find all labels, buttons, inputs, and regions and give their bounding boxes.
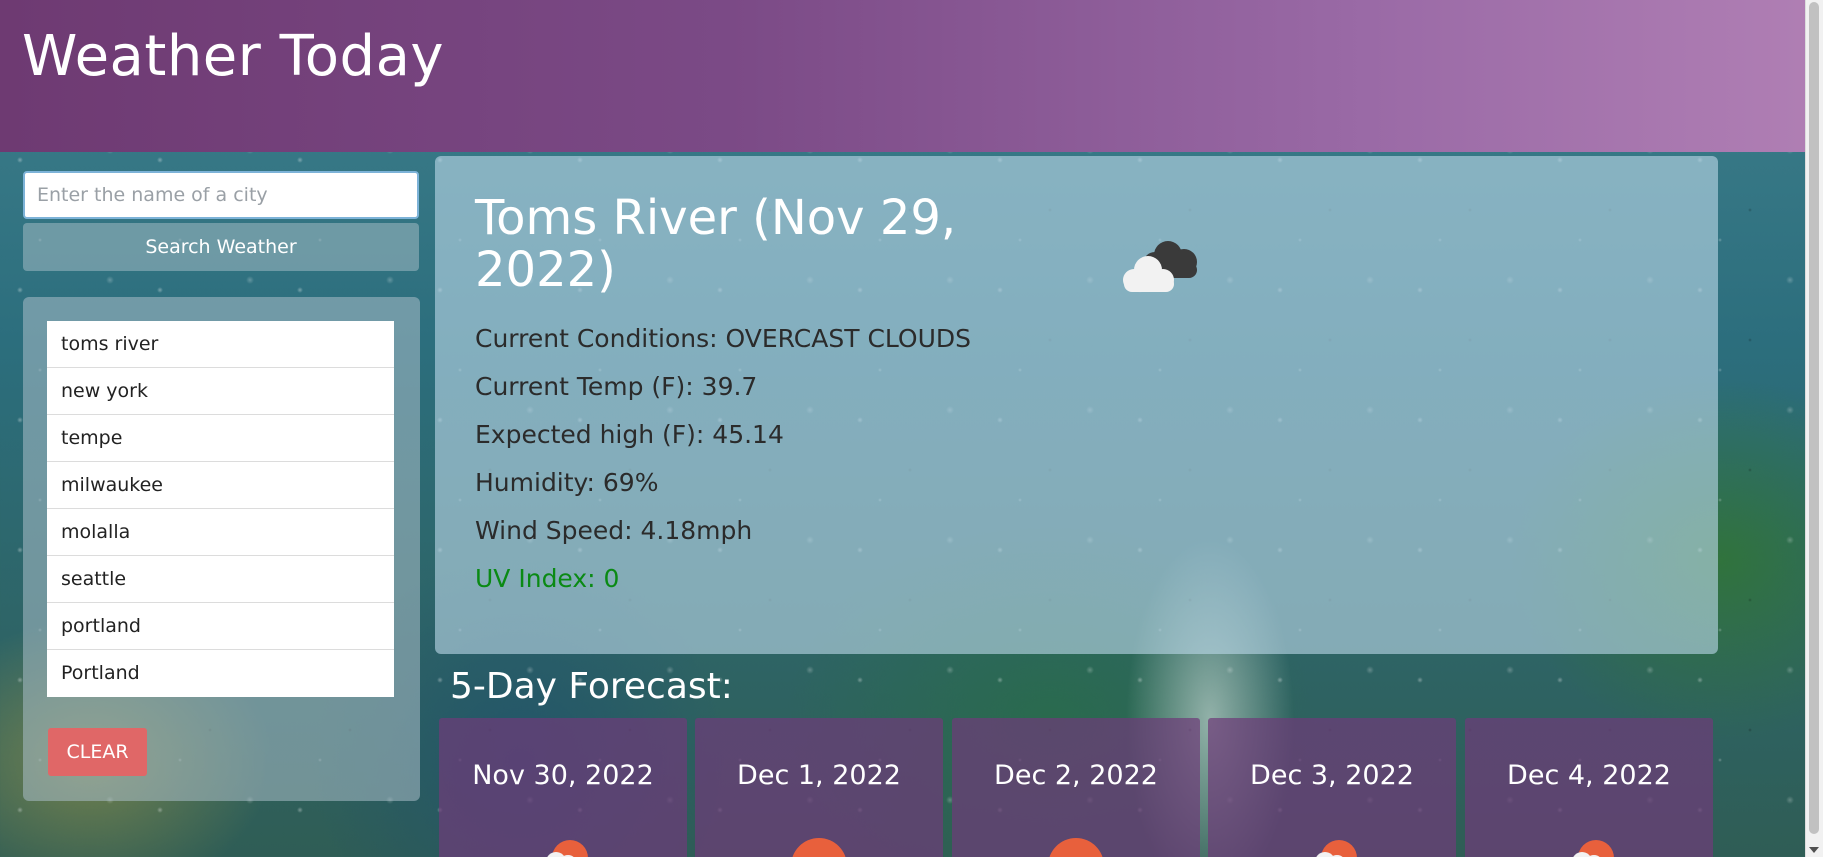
history-item[interactable]: Portland [47,650,394,697]
current-temp: Current Temp (F): 39.7 [475,372,758,401]
clear-history-button[interactable]: CLEAR [48,728,147,776]
partly-cloudy-icon [547,840,588,857]
forecast-date: Dec 4, 2022 [1507,760,1671,791]
history-item[interactable]: new york [47,368,394,415]
history-item[interactable]: toms river [47,321,394,368]
page-title: Weather Today [22,24,445,89]
forecast-heading: 5-Day Forecast: [450,666,733,707]
city-date-title: Toms River (Nov 29, 2022) [475,190,957,298]
forecast-date: Dec 3, 2022 [1250,760,1414,791]
current-conditions: Current Conditions: OVERCAST CLOUDS [475,324,972,353]
search-weather-button[interactable]: Search Weather [23,223,419,271]
humidity: Humidity: 69% [475,468,659,497]
history-item[interactable]: molalla [47,509,394,556]
overcast-clouds-icon [1123,241,1197,292]
partly-cloudy-icon [1573,840,1614,857]
forecast-card: Dec 3, 2022 [1208,718,1456,857]
forecast-card: Nov 30, 2022 [439,718,687,857]
history-item[interactable]: tempe [47,415,394,462]
forecast-date: Dec 2, 2022 [994,760,1158,791]
city-search-input[interactable] [23,171,419,219]
history-item[interactable]: milwaukee [47,462,394,509]
scroll-down-arrow-icon[interactable] [1809,847,1819,853]
forecast-card: Dec 1, 2022 [695,718,943,857]
forecast-card: Dec 2, 2022 [952,718,1200,857]
history-item[interactable]: seattle [47,556,394,603]
history-item[interactable]: portland [47,603,394,650]
partly-cloudy-icon [1316,840,1357,857]
wind-speed: Wind Speed: 4.18mph [475,516,753,545]
vertical-scrollbar[interactable] [1805,0,1823,857]
search-history-list: toms river new york tempe milwaukee mola… [47,321,394,697]
uv-index: UV Index: 0 [475,564,620,593]
current-weather-card: Toms River (Nov 29, 2022) Current Condit… [435,156,1718,654]
forecast-date: Dec 1, 2022 [737,760,901,791]
search-history-panel: toms river new york tempe milwaukee mola… [23,297,420,801]
sun-icon [792,838,846,857]
sun-icon [1049,838,1103,857]
forecast-card: Dec 4, 2022 [1465,718,1713,857]
page-header: Weather Today [0,0,1823,152]
forecast-date: Nov 30, 2022 [472,760,654,791]
expected-high: Expected high (F): 45.14 [475,420,784,449]
scrollbar-thumb[interactable] [1809,2,1819,834]
